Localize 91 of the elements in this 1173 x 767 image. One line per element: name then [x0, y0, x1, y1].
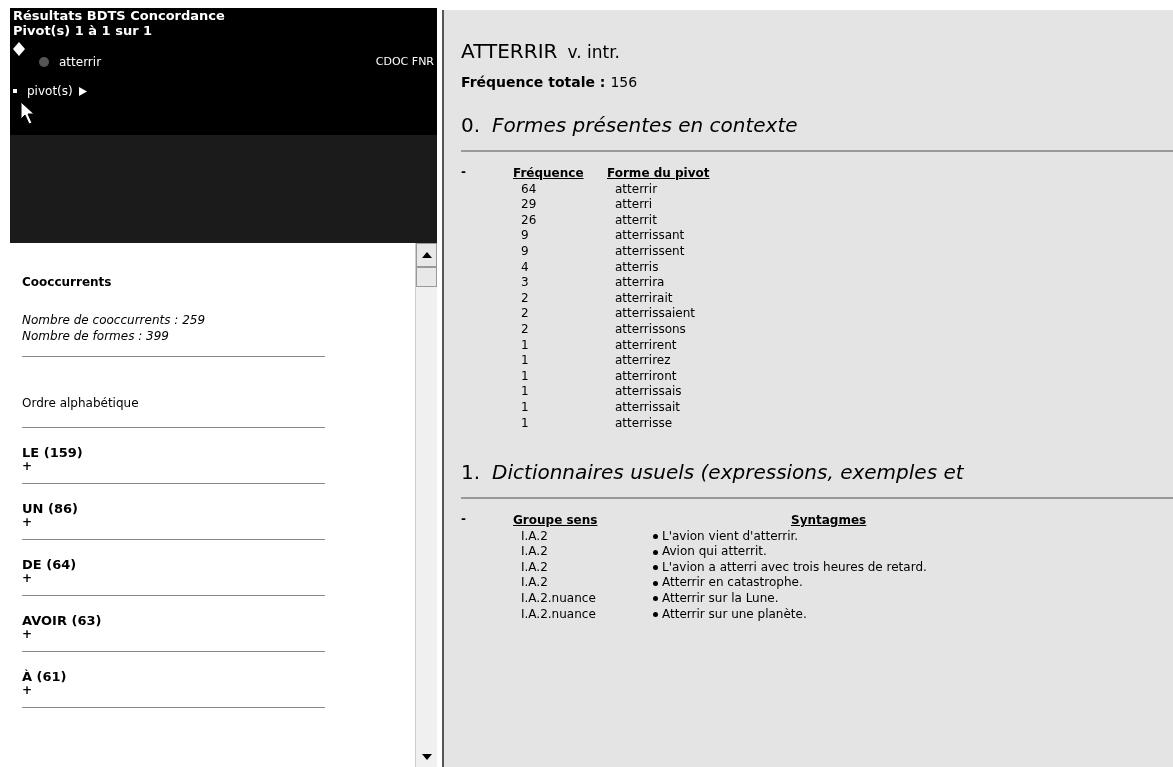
- play-icon[interactable]: [78, 86, 87, 96]
- scroll-up-button[interactable]: [416, 243, 437, 267]
- table-cell-text: 1: [520, 353, 530, 369]
- column-header: Forme du pivot: [607, 166, 710, 182]
- expand-toggle[interactable]: +: [22, 629, 33, 639]
- table-cell-text: atterrisse: [614, 415, 674, 432]
- collapse-toggle[interactable]: -: [461, 513, 513, 623]
- down-arrow-icon: [421, 754, 432, 760]
- scroll-thumb[interactable]: [416, 267, 437, 287]
- table-cell-text: atterris: [614, 259, 660, 276]
- table-cell-text: 9: [520, 228, 530, 244]
- cooccurrent-label: AVOIR (63): [22, 613, 102, 629]
- table-cell-text: I.A.2.nuance: [520, 591, 597, 607]
- table-cell-text: I.A.2: [520, 528, 549, 545]
- pivot-sources: CDOC FNR: [375, 53, 434, 70]
- table-cell-text: atterriront: [614, 368, 678, 385]
- table-cell-text: 2: [520, 306, 530, 322]
- scrollbar[interactable]: [415, 243, 437, 767]
- mouse-cursor-icon: [20, 101, 36, 125]
- cooccurrent-label: DE (64): [22, 557, 77, 573]
- cooccurrent-label: À (61): [22, 669, 67, 685]
- table-cell: Avion qui atterrit.: [662, 544, 767, 560]
- table-cell: L'avion a atterri avec trois heures de retard.: [662, 559, 927, 576]
- table-cell-text: atterrit: [614, 212, 658, 229]
- results-title: Résultats BDTS Concordance: [13, 8, 226, 23]
- column-header: Fréquence: [513, 166, 585, 182]
- word-category: v. intr.: [567, 41, 620, 64]
- bullet-icon: [653, 580, 658, 586]
- table-cell-text: 1: [520, 384, 530, 400]
- table-cell-text: 64: [520, 181, 538, 198]
- table-cell: Atterrir en catastrophe.: [662, 575, 803, 592]
- pivots-link[interactable]: pivot(s): [27, 82, 73, 100]
- stat-line: Nombre de cooccurrents : 259: [22, 312, 207, 328]
- bullet-icon: [653, 549, 658, 555]
- table-cell-text: I.A.2: [520, 575, 549, 592]
- section-number: 0.: [461, 112, 481, 139]
- column-header: Groupe sens: [513, 513, 599, 529]
- bullet-icon: [653, 611, 658, 617]
- bullet-icon: [653, 596, 658, 602]
- table-cell-text: 2: [520, 290, 530, 307]
- frequency-value: 156: [610, 73, 638, 92]
- table-cell-text: I.A.2.nuance: [520, 606, 597, 623]
- table-cell-text: atterrissant: [614, 228, 686, 244]
- headword: ATTERRIR: [461, 38, 558, 65]
- pivot-link[interactable]: atterrir: [59, 53, 102, 71]
- bullet-icon: [653, 534, 658, 539]
- collapse-toggle[interactable]: -: [461, 166, 513, 432]
- table-cell-text: 3: [520, 275, 530, 291]
- section-heading: Cooccurrents: [22, 275, 113, 290]
- section-number: 1.: [461, 459, 481, 487]
- table-cell-text: atterrirez: [614, 353, 672, 369]
- table-cell-text: atterri: [614, 197, 654, 213]
- table-cell-text: I.A.2: [520, 559, 549, 576]
- table-cell-text: 26: [520, 212, 538, 229]
- table-cell: Atterrir sur la Lune.: [662, 591, 779, 607]
- table-cell-text: I.A.2: [520, 544, 549, 560]
- table-cell: Atterrir sur une planète.: [662, 606, 807, 623]
- stat-line: Nombre de formes : 399: [22, 328, 170, 344]
- table-cell-text: 29: [520, 197, 538, 213]
- table-cell-text: 1: [520, 337, 530, 354]
- section-title: Dictionnaires usuels (expressions, exemples et: [492, 459, 964, 487]
- table-cell-text: 4: [520, 259, 530, 276]
- table-cell-text: atterrissons: [614, 321, 687, 338]
- expand-toggle[interactable]: +: [22, 461, 33, 471]
- frequency-label: Fréquence totale :: [461, 73, 606, 92]
- diamond-icon: [13, 42, 25, 56]
- bullet-icon: [653, 565, 658, 571]
- table-cell-text: atterrirait: [614, 290, 674, 307]
- pivot-range: Pivot(s) 1 à 1 sur 1: [13, 23, 154, 38]
- table-cell-text: atterrissaient: [614, 306, 697, 322]
- table-cell: L'avion vient d'atterrir.: [662, 528, 799, 545]
- table-cell-text: 1: [520, 368, 530, 385]
- table-cell-text: 1: [520, 415, 530, 432]
- table-cell-text: atterrirent: [614, 337, 678, 354]
- expand-toggle[interactable]: +: [22, 685, 33, 695]
- sort-link[interactable]: Ordre alphabétique: [22, 396, 139, 410]
- expand-toggle[interactable]: +: [22, 517, 33, 527]
- table-cell-text: 9: [520, 243, 530, 260]
- table-cell-text: 1: [520, 399, 530, 416]
- table-cell-text: 2: [520, 321, 530, 338]
- column-header: Syntagmes: [790, 513, 868, 529]
- section-title: Formes présentes en contexte: [492, 112, 798, 139]
- cooccurrent-label: UN (86): [22, 501, 78, 517]
- table-cell-text: atterrissent: [614, 243, 686, 260]
- table-cell-text: atterrir: [614, 181, 659, 198]
- cooccurrent-label: LE (159): [22, 445, 83, 461]
- table-cell-text: atterrissait: [614, 399, 682, 416]
- table-cell-text: atterrissais: [614, 384, 683, 400]
- expand-toggle[interactable]: +: [22, 573, 33, 583]
- up-arrow-icon: [421, 252, 432, 258]
- table-cell-text: atterrira: [614, 275, 666, 291]
